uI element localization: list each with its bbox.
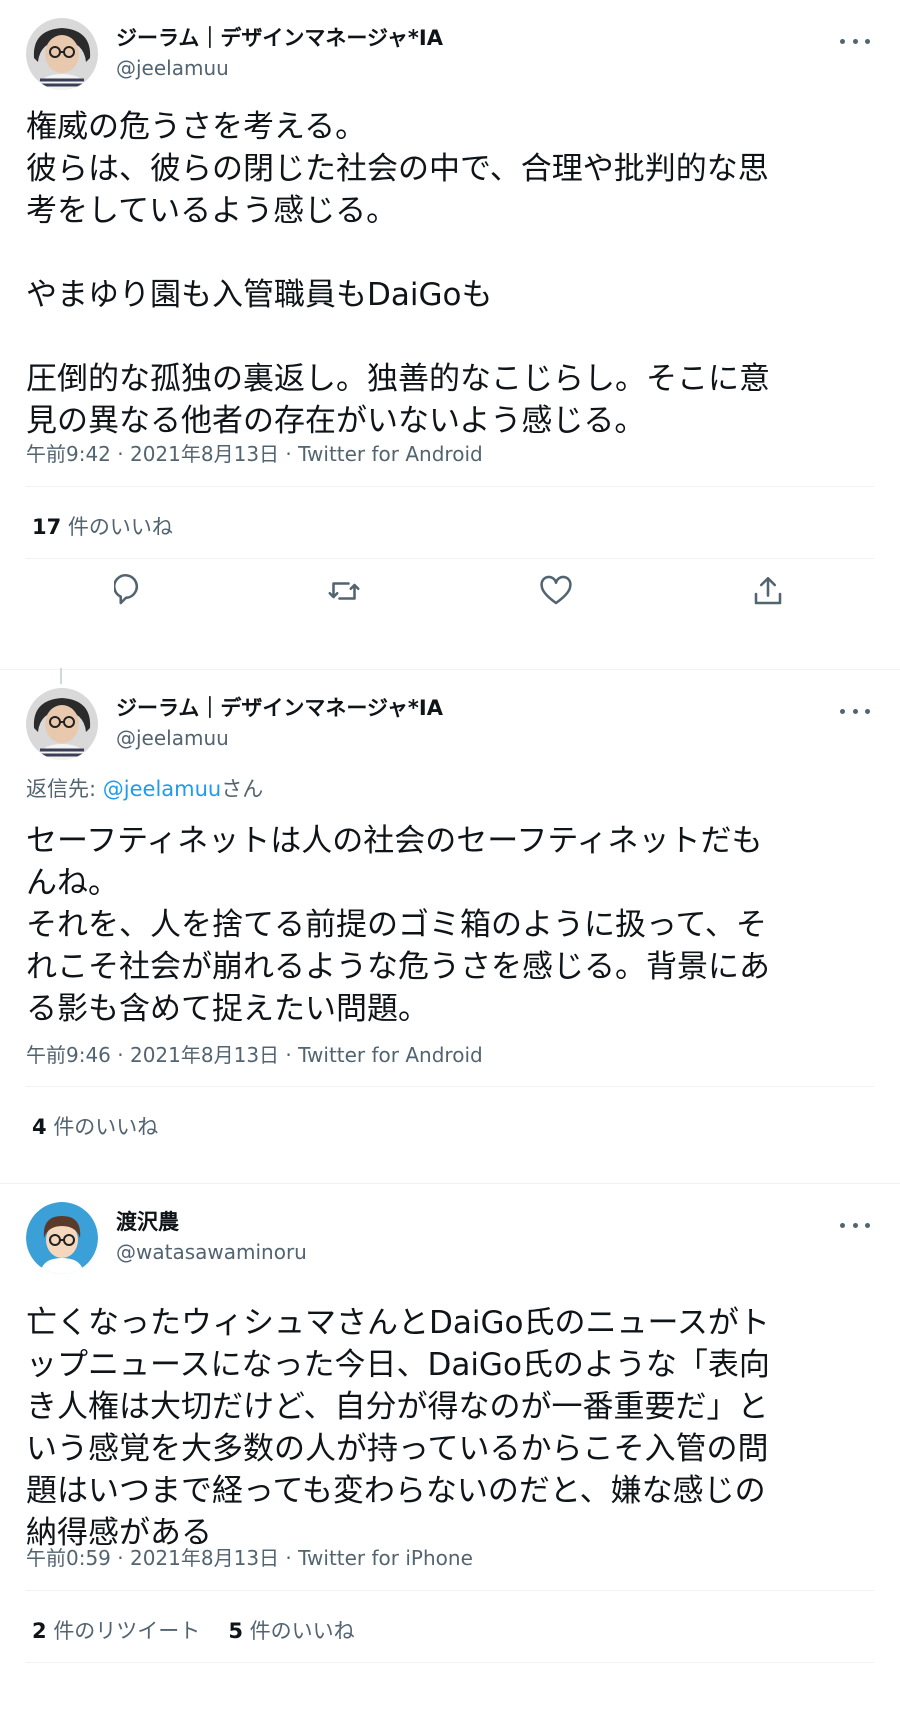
tweet-3[interactable]: 渡沢農 @watasawaminoru 亡くなったウィシュマさんとDaiGo氏の… [0, 1184, 900, 1710]
likes-count: 17 [32, 515, 62, 539]
retweets-count: 2 [32, 1619, 47, 1643]
tweet-header: ジーラム｜デザインマネージャ*IA @jeelamuu [26, 688, 874, 762]
likes-count: 4 [32, 1115, 47, 1139]
heart-icon[interactable] [538, 573, 574, 609]
author-name[interactable]: ジーラム｜デザインマネージャ*IA [116, 22, 443, 52]
likes-label: 件のいいね [67, 515, 173, 539]
divider [26, 558, 874, 559]
reply-to-line: 返信先: @jeelamuuさん [26, 773, 263, 803]
tweet-1[interactable]: ジーラム｜デザインマネージャ*IA @jeelamuu 権威の危うさを考える。 … [0, 0, 900, 670]
author-handle[interactable]: @jeelamuu [116, 56, 229, 80]
divider [26, 1662, 874, 1663]
divider [26, 1590, 874, 1591]
tweet-text: セーフティネットは人の社会のセーフティネットだも んね。 それを、人を捨てる前提… [26, 823, 770, 1027]
tweet-header: ジーラム｜デザインマネージャ*IA @jeelamuu [26, 18, 874, 92]
tweet-actions [0, 573, 900, 613]
reply-to-mention[interactable]: @jeelamuu [103, 777, 221, 801]
likes-label: 件のいいね [249, 1619, 355, 1643]
divider [26, 1086, 874, 1087]
tweet-2[interactable]: ジーラム｜デザインマネージャ*IA @jeelamuu 返信先: @jeelam… [0, 670, 900, 1184]
divider [26, 486, 874, 487]
tweet-text: 亡くなったウィシュマさんとDaiGo氏のニュースがト ップニュースになった今日、… [26, 1305, 770, 1551]
author-name[interactable]: 渡沢農 [116, 1206, 179, 1236]
likes-stat[interactable]: 5 件のいいね [228, 1619, 354, 1643]
reply-to-prefix: 返信先: [26, 777, 103, 801]
reply-to-suffix: さん [221, 777, 264, 801]
likes-stat[interactable]: 17 件のいいね [32, 511, 173, 541]
author-handle[interactable]: @jeelamuu [116, 726, 229, 750]
more-horizontal-icon[interactable] [840, 704, 870, 718]
author-name[interactable]: ジーラム｜デザインマネージャ*IA [116, 692, 443, 722]
engagement-stats: 2 件のリツイート 5 件のいいね [32, 1615, 355, 1645]
more-horizontal-icon[interactable] [840, 34, 870, 48]
likes-label: 件のいいね [53, 1115, 159, 1139]
share-upload-icon[interactable] [750, 573, 786, 609]
retweets-label: 件のリツイート [53, 1619, 201, 1643]
reply-bubble-icon[interactable] [113, 573, 150, 609]
avatar[interactable] [26, 688, 98, 760]
author-handle[interactable]: @watasawaminoru [116, 1240, 307, 1264]
tweet-timestamp[interactable]: 午前9:42 · 2021年8月13日 · Twitter for Androi… [26, 438, 483, 467]
avatar[interactable] [26, 18, 98, 90]
retweet-arrows-icon[interactable] [326, 573, 362, 609]
likes-count: 5 [228, 1619, 243, 1643]
retweets-stat[interactable]: 2 件のリツイート [32, 1619, 200, 1643]
avatar[interactable] [26, 1202, 98, 1274]
tweet-timestamp[interactable]: 午前0:59 · 2021年8月13日 · Twitter for iPhone [26, 1542, 473, 1571]
more-horizontal-icon[interactable] [840, 1218, 870, 1232]
likes-stat[interactable]: 4 件のいいね [32, 1111, 158, 1141]
tweet-text: 権威の危うさを考える。 彼らは、彼らの閉じた社会の中で、合理や批判的な思 考をし… [26, 109, 770, 439]
tweet-timestamp[interactable]: 午前9:46 · 2021年8月13日 · Twitter for Androi… [26, 1039, 483, 1068]
tweet-header: 渡沢農 @watasawaminoru [26, 1202, 874, 1276]
